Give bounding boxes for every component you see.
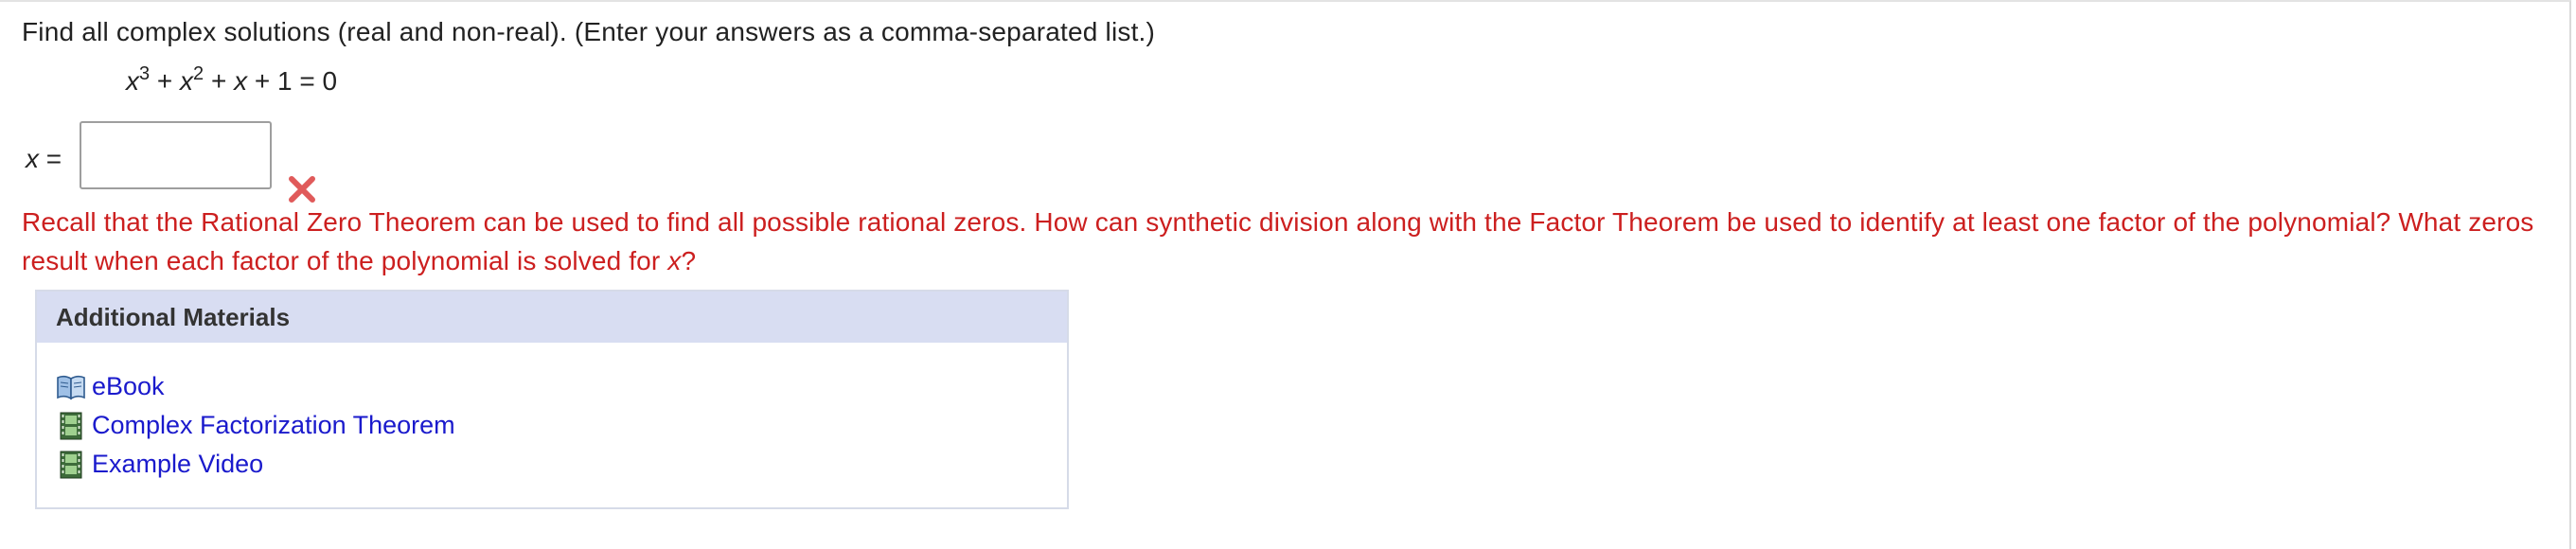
equation-plus: +: [150, 66, 181, 96]
hint-var: x: [667, 246, 682, 275]
equation-exponent-3: 3: [139, 63, 151, 84]
material-item-complex-factorization: Complex Factorization Theorem: [56, 406, 455, 445]
incorrect-x-icon: [289, 176, 315, 203]
equation-var-x: x: [234, 66, 248, 96]
material-item-ebook: eBook: [56, 367, 455, 406]
hint-text-part2: ?: [681, 246, 697, 275]
complex-factorization-theorem-link[interactable]: Complex Factorization Theorem: [92, 411, 455, 440]
book-icon: [57, 375, 85, 399]
equation-var-x: x: [180, 66, 194, 96]
material-item-example-video: Example Video: [56, 445, 455, 484]
example-video-link[interactable]: Example Video: [92, 450, 263, 479]
answer-label-var: x: [26, 144, 39, 173]
additional-materials-title: Additional Materials: [37, 292, 1067, 343]
equation-rest: + 1 = 0: [247, 66, 338, 96]
equation-var-x: x: [126, 66, 139, 96]
film-icon: [60, 451, 82, 478]
additional-materials-panel: Additional Materials eBook Complex Facto…: [35, 290, 1069, 509]
additional-materials-list: eBook Complex Factorization Theorem Exam…: [56, 367, 455, 484]
answer-label-equals: =: [39, 144, 62, 173]
film-icon: [60, 412, 82, 439]
hint-text: Recall that the Rational Zero Theorem ca…: [22, 203, 2559, 280]
equation-exponent-2: 2: [193, 63, 204, 84]
question-prompt: Find all complex solutions (real and non…: [22, 17, 1156, 46]
hint-text-part1: Recall that the Rational Zero Theorem ca…: [22, 207, 2534, 275]
equation: x3 + x2 + x + 1 = 0: [126, 63, 338, 97]
answer-label: x =: [26, 144, 62, 174]
answer-input[interactable]: [80, 121, 272, 189]
equation-plus: +: [204, 66, 235, 96]
ebook-link[interactable]: eBook: [92, 372, 165, 401]
